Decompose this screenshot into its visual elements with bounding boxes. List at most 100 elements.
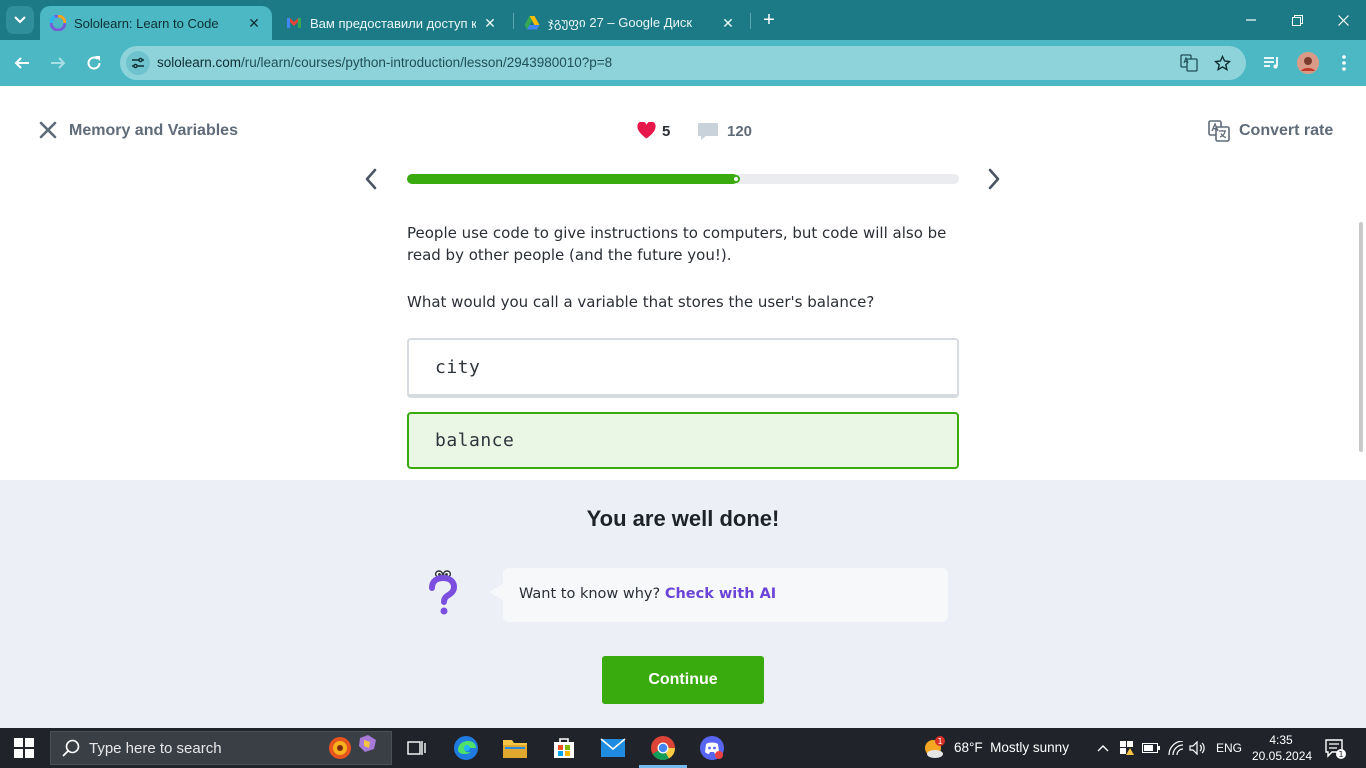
- gmail-icon: [287, 18, 301, 28]
- new-tab-button[interactable]: +: [758, 9, 780, 31]
- profile-avatar[interactable]: [1297, 52, 1319, 74]
- minimize-button[interactable]: [1228, 8, 1274, 32]
- notifications-icon[interactable]: 1: [1324, 737, 1346, 759]
- weather-text[interactable]: 68°F Mostly sunny: [954, 740, 1069, 755]
- weather-badge: 1: [937, 737, 942, 746]
- url-text: sololearn.com/ru/learn/courses/python-in…: [157, 55, 612, 70]
- convert-rate-button[interactable]: Convert rate: [1239, 122, 1333, 140]
- close-icon: [1337, 14, 1349, 26]
- reload-button[interactable]: [80, 49, 108, 77]
- battery-icon: [1142, 743, 1160, 753]
- arrow-left-icon: [14, 57, 29, 69]
- task-view-button[interactable]: [402, 733, 432, 763]
- taskbar-clock[interactable]: 4:35 20.05.2024: [1252, 732, 1312, 764]
- close-tab-icon[interactable]: ✕: [246, 15, 262, 32]
- forward-button[interactable]: [44, 49, 72, 77]
- chevron-left-icon[interactable]: [360, 166, 382, 192]
- windows-start-icon[interactable]: [14, 738, 34, 758]
- google-drive-icon: [524, 16, 540, 30]
- search-placeholder: Type here to search: [89, 739, 222, 757]
- speech-bubble-tail: [489, 584, 503, 600]
- ai-hint-text: Want to know why? Check with AI: [519, 586, 776, 602]
- speaker-icon: [1189, 741, 1205, 755]
- site-info-button[interactable]: [126, 51, 150, 75]
- browser-toolbar: sololearn.com/ru/learn/courses/python-in…: [0, 40, 1366, 86]
- tab-google-drive[interactable]: ჯგუფი 27 – Google Диск ✕: [514, 6, 746, 40]
- feedback-panel: You are well done! Want to know why? Che…: [0, 480, 1366, 728]
- taskbar-chrome[interactable]: [639, 733, 687, 768]
- tray-security[interactable]: [1117, 738, 1137, 758]
- clock-time: 4:35: [1269, 733, 1293, 747]
- bookmark-button[interactable]: [1213, 54, 1231, 72]
- back-button[interactable]: [8, 49, 36, 77]
- lesson-header: Memory and Variables 5 120 Convert rate: [0, 86, 1366, 176]
- tab-search-button[interactable]: [6, 6, 34, 34]
- taskbar-discord[interactable]: [697, 733, 727, 763]
- answer-option-text: balance: [435, 430, 515, 451]
- tray-battery[interactable]: [1141, 738, 1161, 758]
- tab-title: Вам предоставили доступ к па: [310, 15, 476, 31]
- restore-button[interactable]: [1274, 8, 1320, 32]
- tray-wifi[interactable]: [1166, 738, 1186, 758]
- edge-icon: [454, 736, 478, 760]
- lesson-title[interactable]: Memory and Variables: [69, 122, 238, 140]
- comments-count[interactable]: 120: [727, 123, 752, 140]
- translate-icon[interactable]: [1208, 120, 1230, 142]
- chevron-down-icon: [14, 16, 26, 24]
- google-translate-icon: [1180, 54, 1198, 72]
- discord-icon: [700, 736, 724, 760]
- lesson-paragraph: People use code to give instructions to …: [407, 224, 947, 264]
- taskbar-mail[interactable]: [598, 733, 628, 763]
- store-icon: [554, 738, 574, 758]
- search-icon: [62, 739, 80, 757]
- tab-title: Sololearn: Learn to Code: [74, 15, 219, 31]
- address-bar[interactable]: sololearn.com/ru/learn/courses/python-in…: [120, 46, 1246, 80]
- tab-sololearn[interactable]: Sololearn: Learn to Code ✕: [40, 6, 272, 40]
- restore-icon: [1291, 14, 1303, 26]
- close-tab-icon[interactable]: ✕: [720, 15, 736, 32]
- weather-sun-cloud-icon[interactable]: 1: [922, 736, 946, 760]
- windows-taskbar: Type here to search 1 68°F Mostly sunny: [0, 728, 1366, 768]
- sololearn-icon: [50, 15, 66, 31]
- avatar-icon: [1297, 52, 1319, 74]
- tab-gmail[interactable]: Вам предоставили доступ к па ✕: [276, 6, 508, 40]
- tune-icon: [132, 57, 144, 69]
- comment-icon[interactable]: [697, 122, 719, 141]
- input-language[interactable]: ENG: [1216, 741, 1242, 755]
- taskbar-file-explorer[interactable]: [500, 733, 530, 763]
- taskbar-store[interactable]: [549, 733, 579, 763]
- answer-option-text: city: [435, 356, 481, 378]
- answer-option-city[interactable]: city: [407, 338, 959, 398]
- minimize-icon: [1246, 19, 1256, 21]
- windows-update-warning-icon: [1120, 741, 1134, 755]
- url-path: /ru/learn/courses/python-introduction/le…: [241, 55, 613, 70]
- reload-icon: [87, 56, 101, 70]
- hearts-count: 5: [662, 123, 671, 140]
- chevron-right-icon[interactable]: [983, 166, 1005, 192]
- taskbar-edge[interactable]: [451, 733, 481, 763]
- tray-volume[interactable]: [1188, 738, 1208, 758]
- ai-hint-bubble: Want to know why? Check with AI: [503, 568, 948, 622]
- close-window-button[interactable]: [1320, 8, 1366, 32]
- show-hidden-icons-button[interactable]: [1093, 738, 1113, 758]
- check-with-ai-link[interactable]: Check with AI: [665, 586, 776, 602]
- chrome-icon: [651, 736, 675, 761]
- tab-title: ჯგუფი 27 – Google Диск: [548, 15, 693, 30]
- lesson-progress-bar: [407, 174, 959, 184]
- chevron-up-icon: [1097, 745, 1109, 752]
- more-vert-icon: [1342, 55, 1346, 71]
- continue-button[interactable]: Continue: [602, 656, 764, 704]
- close-lesson-icon[interactable]: [38, 120, 58, 140]
- question-mark-mascot-icon: [429, 570, 458, 615]
- close-tab-icon[interactable]: ✕: [482, 15, 498, 32]
- media-controls-button[interactable]: [1261, 52, 1283, 74]
- browser-menu-button[interactable]: [1333, 52, 1355, 74]
- progress-knob: [732, 175, 741, 183]
- answer-option-balance[interactable]: balance: [407, 412, 959, 469]
- browser-tab-bar: Sololearn: Learn to Code ✕ Вам предостав…: [0, 0, 1366, 40]
- search-highlight-flower-icon: [329, 735, 376, 759]
- page-scrollbar[interactable]: [1359, 222, 1363, 452]
- translate-page-button[interactable]: [1180, 54, 1198, 72]
- folder-icon: [503, 740, 527, 758]
- task-view-icon: [407, 741, 426, 755]
